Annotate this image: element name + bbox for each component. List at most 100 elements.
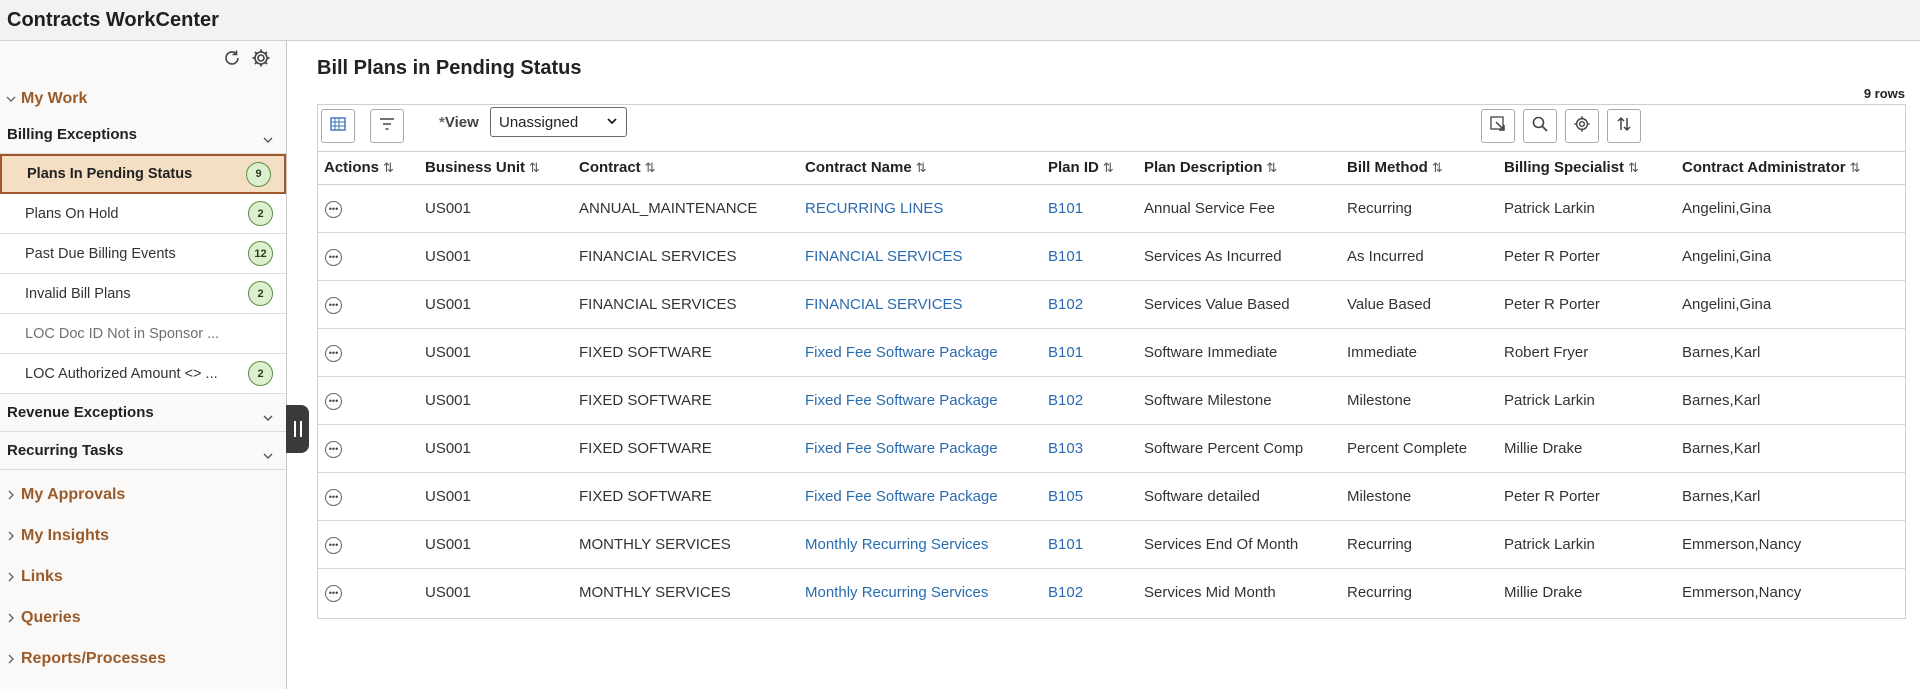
section-queries[interactable]: Queries: [0, 593, 286, 634]
cell-contract-name[interactable]: Monthly Recurring Services: [799, 520, 1042, 569]
category-revenue-exceptions[interactable]: Revenue Exceptions: [0, 394, 286, 432]
cell-business-unit: US001: [419, 280, 573, 329]
column-header-contract[interactable]: Contract ⇅: [573, 152, 799, 185]
cell-bill-method-text: Milestone: [1347, 391, 1412, 409]
column-header-contract-administrator[interactable]: Contract Administrator ⇅: [1676, 152, 1905, 185]
column-header-bill-method[interactable]: Bill Method ⇅: [1341, 152, 1498, 185]
cell-contract-name-link[interactable]: Monthly Recurring Services: [805, 536, 988, 553]
cell-contract-name-link[interactable]: Fixed Fee Software Package: [805, 488, 998, 505]
row-actions-icon[interactable]: •••: [325, 584, 342, 602]
cell-plan-id-link[interactable]: B102: [1048, 296, 1083, 313]
gear-icon[interactable]: [250, 47, 272, 69]
cell-contract-name-link[interactable]: Fixed Fee Software Package: [805, 392, 998, 409]
cell-contract-name-link[interactable]: Monthly Recurring Services: [805, 584, 988, 601]
category-recurring-tasks[interactable]: Recurring Tasks: [0, 432, 286, 470]
cell-contract-name-link[interactable]: FINANCIAL SERVICES: [805, 296, 963, 313]
cell-plan-description-text: Annual Service Fee: [1144, 199, 1275, 217]
row-actions-icon[interactable]: •••: [325, 392, 342, 410]
row-actions-icon[interactable]: •••: [325, 536, 342, 554]
cell-plan-id-link[interactable]: B105: [1048, 488, 1083, 505]
cell-plan-id[interactable]: B102: [1042, 376, 1138, 425]
column-header-actions[interactable]: Actions ⇅: [318, 152, 419, 185]
column-header-contract-name[interactable]: Contract Name ⇅: [799, 152, 1042, 185]
sidebar-item-loc-authorized-amount[interactable]: LOC Authorized Amount <> ... 2: [0, 354, 286, 394]
cell-plan-id[interactable]: B101: [1042, 184, 1138, 233]
sidebar-item-plans-on-hold[interactable]: Plans On Hold 2: [0, 194, 286, 234]
column-header-business-unit[interactable]: Business Unit ⇅: [419, 152, 573, 185]
cell-bill-method: Recurring: [1341, 184, 1498, 233]
section-label: Reports/Processes: [21, 649, 166, 667]
refresh-icon[interactable]: [221, 47, 243, 69]
cell-contract-name[interactable]: FINANCIAL SERVICES: [799, 280, 1042, 329]
cell-plan-id-link[interactable]: B103: [1048, 440, 1083, 457]
search-button[interactable]: [1523, 109, 1557, 143]
cell-plan-description-text: Services Mid Month: [1144, 583, 1276, 601]
cell-bill-method: Milestone: [1341, 472, 1498, 521]
column-label: Contract Administrator: [1682, 159, 1846, 177]
cell-actions: •••: [318, 424, 419, 473]
sidebar-item-past-due-billing-events[interactable]: Past Due Billing Events 12: [0, 234, 286, 274]
cell-plan-id[interactable]: B103: [1042, 424, 1138, 473]
cell-contract-name[interactable]: Fixed Fee Software Package: [799, 328, 1042, 377]
calendar-view-button[interactable]: [321, 109, 355, 143]
row-actions-icon[interactable]: •••: [325, 440, 342, 458]
cell-bill-method-text: Milestone: [1347, 487, 1412, 505]
cell-plan-id[interactable]: B102: [1042, 280, 1138, 329]
section-my-insights[interactable]: My Insights: [0, 511, 286, 552]
section-my-approvals[interactable]: My Approvals: [0, 470, 286, 511]
cell-plan-id[interactable]: B101: [1042, 328, 1138, 377]
cell-contract-name[interactable]: FINANCIAL SERVICES: [799, 232, 1042, 281]
results-grid: *View Unassigned Actions ⇅ Business Unit…: [317, 104, 1906, 619]
chevron-right-icon: [4, 652, 18, 666]
cell-billing-specialist: Peter R Porter: [1498, 472, 1676, 521]
row-actions-icon[interactable]: •••: [325, 344, 342, 362]
row-actions-icon[interactable]: •••: [325, 248, 342, 266]
row-actions-icon[interactable]: •••: [325, 488, 342, 506]
sort-icon: ⇅: [383, 160, 394, 176]
section-links[interactable]: Links: [0, 552, 286, 593]
sidebar-item-label: LOC Authorized Amount <> ...: [25, 365, 218, 382]
cell-plan-id[interactable]: B102: [1042, 568, 1138, 616]
cell-contract-name[interactable]: RECURRING LINES: [799, 184, 1042, 233]
cell-plan-id[interactable]: B101: [1042, 520, 1138, 569]
cell-contract-name[interactable]: Monthly Recurring Services: [799, 568, 1042, 616]
sidebar-item-invalid-bill-plans[interactable]: Invalid Bill Plans 2: [0, 274, 286, 314]
sort-button[interactable]: [1607, 109, 1641, 143]
cell-actions: •••: [318, 568, 419, 616]
row-actions-icon[interactable]: •••: [325, 296, 342, 314]
sidebar-item-plans-in-pending-status[interactable]: Plans In Pending Status 9: [0, 154, 286, 194]
cell-bill-method-text: As Incurred: [1347, 247, 1424, 265]
cell-business-unit-text: US001: [425, 391, 471, 409]
filter-button[interactable]: [370, 109, 404, 143]
cell-plan-id[interactable]: B101: [1042, 232, 1138, 281]
cell-contract-name-link[interactable]: FINANCIAL SERVICES: [805, 248, 963, 265]
cell-plan-id-link[interactable]: B101: [1048, 536, 1083, 553]
category-billing-exceptions[interactable]: Billing Exceptions: [0, 116, 286, 154]
grid-settings-button[interactable]: [1565, 109, 1599, 143]
column-label: Business Unit: [425, 159, 526, 177]
section-reports-processes[interactable]: Reports/Processes: [0, 634, 286, 675]
sidebar-item-loc-doc-id[interactable]: LOC Doc ID Not in Sponsor ...: [0, 314, 286, 354]
cell-plan-id-link[interactable]: B101: [1048, 200, 1083, 217]
export-button[interactable]: [1481, 109, 1515, 143]
cell-plan-id-link[interactable]: B101: [1048, 344, 1083, 361]
column-header-plan-description[interactable]: Plan Description ⇅: [1138, 152, 1341, 185]
column-header-plan-id[interactable]: Plan ID ⇅: [1042, 152, 1138, 185]
cell-contract-name-link[interactable]: Fixed Fee Software Package: [805, 344, 998, 361]
cell-plan-id-link[interactable]: B101: [1048, 248, 1083, 265]
cell-plan-id[interactable]: B105: [1042, 472, 1138, 521]
cell-contract-name-link[interactable]: Fixed Fee Software Package: [805, 440, 998, 457]
cell-contract-name[interactable]: Fixed Fee Software Package: [799, 472, 1042, 521]
table-row: ••• US001 FINANCIAL SERVICES FINANCIAL SERV…: [318, 232, 1905, 281]
cell-contract-name[interactable]: Fixed Fee Software Package: [799, 424, 1042, 473]
cell-contract-name[interactable]: Fixed Fee Software Package: [799, 376, 1042, 425]
cell-bill-method: As Incurred: [1341, 232, 1498, 281]
cell-plan-id-link[interactable]: B102: [1048, 584, 1083, 601]
column-header-billing-specialist[interactable]: Billing Specialist ⇅: [1498, 152, 1676, 185]
cell-contract-name-link[interactable]: RECURRING LINES: [805, 200, 943, 217]
row-actions-icon[interactable]: •••: [325, 200, 342, 218]
count-badge: 2: [248, 281, 273, 306]
view-select[interactable]: Unassigned: [490, 107, 627, 137]
cell-plan-id-link[interactable]: B102: [1048, 392, 1083, 409]
section-my-work[interactable]: My Work: [0, 82, 286, 116]
